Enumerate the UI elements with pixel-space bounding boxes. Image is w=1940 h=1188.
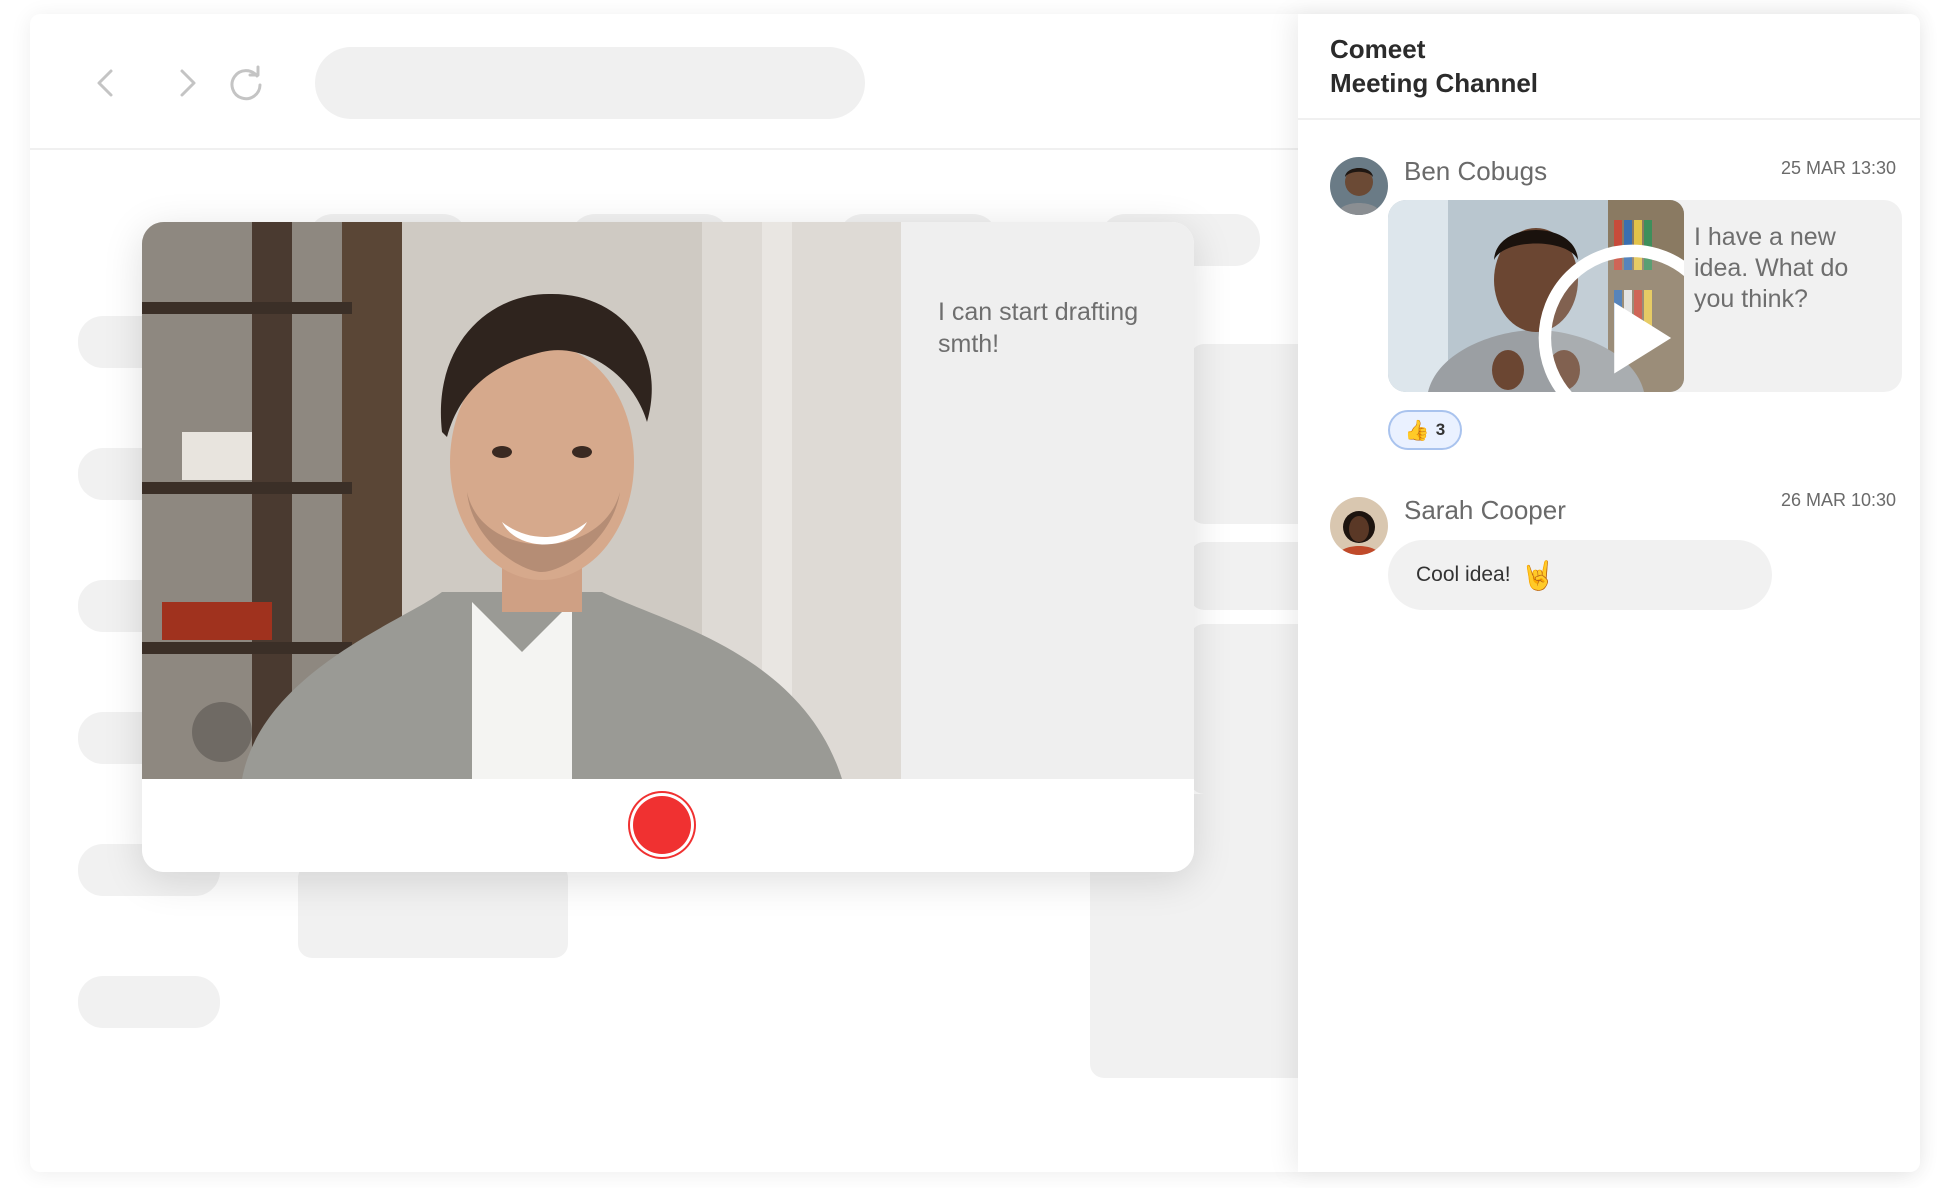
teleprompter-panel: I can start drafting smth!: [901, 222, 1194, 779]
message-sender[interactable]: Ben Cobugs: [1404, 156, 1547, 187]
thumbs-up-icon: 👍: [1404, 419, 1430, 442]
text-message-bubble: Cool idea! 🤘: [1388, 540, 1772, 610]
play-icon[interactable]: [1484, 242, 1684, 392]
message-text: Cool idea!: [1416, 563, 1511, 586]
chat-panel: Comeet Meeting Channel Ben Cobugs 25 MAR…: [1298, 14, 1920, 1172]
reaction-badge[interactable]: 👍 3: [1388, 410, 1462, 450]
placeholder-block: [298, 864, 568, 958]
recorder-controls: [142, 779, 1194, 872]
reload-button[interactable]: [221, 58, 271, 108]
chat-header: Comeet Meeting Channel: [1298, 14, 1920, 120]
video-message-bubble: I have a new idea. What do you think?: [1388, 200, 1902, 392]
camera-preview: [142, 222, 901, 779]
reload-icon: [230, 65, 262, 101]
channel-title: Comeet Meeting Channel: [1330, 32, 1538, 100]
back-button[interactable]: [82, 58, 132, 108]
message-timestamp: 25 MAR 13:30: [1781, 158, 1897, 178]
rock-on-hand-icon: 🤘: [1520, 559, 1556, 591]
message-timestamp: 26 MAR 10:30: [1781, 490, 1897, 510]
video-recorder-modal: I can start drafting smth!: [142, 222, 1194, 872]
video-thumbnail[interactable]: [1388, 200, 1684, 392]
teleprompter-text: I can start drafting smth!: [938, 298, 1139, 358]
address-bar[interactable]: [315, 47, 865, 119]
chevron-left-icon: [97, 69, 113, 97]
forward-button[interactable]: [161, 58, 211, 108]
avatar[interactable]: [1330, 157, 1388, 215]
browser-toolbar: [30, 14, 1300, 150]
chevron-right-icon: [180, 69, 196, 97]
placeholder-block: [78, 976, 220, 1028]
record-button[interactable]: [633, 796, 691, 854]
message-text: I have a new idea. What do you think?: [1694, 223, 1849, 313]
reaction-count: 3: [1435, 420, 1446, 439]
avatar[interactable]: [1330, 497, 1388, 555]
channel-title-line2: Meeting Channel: [1330, 68, 1539, 98]
channel-title-line1: Comeet: [1330, 34, 1426, 64]
message-sender[interactable]: Sarah Cooper: [1404, 495, 1566, 526]
